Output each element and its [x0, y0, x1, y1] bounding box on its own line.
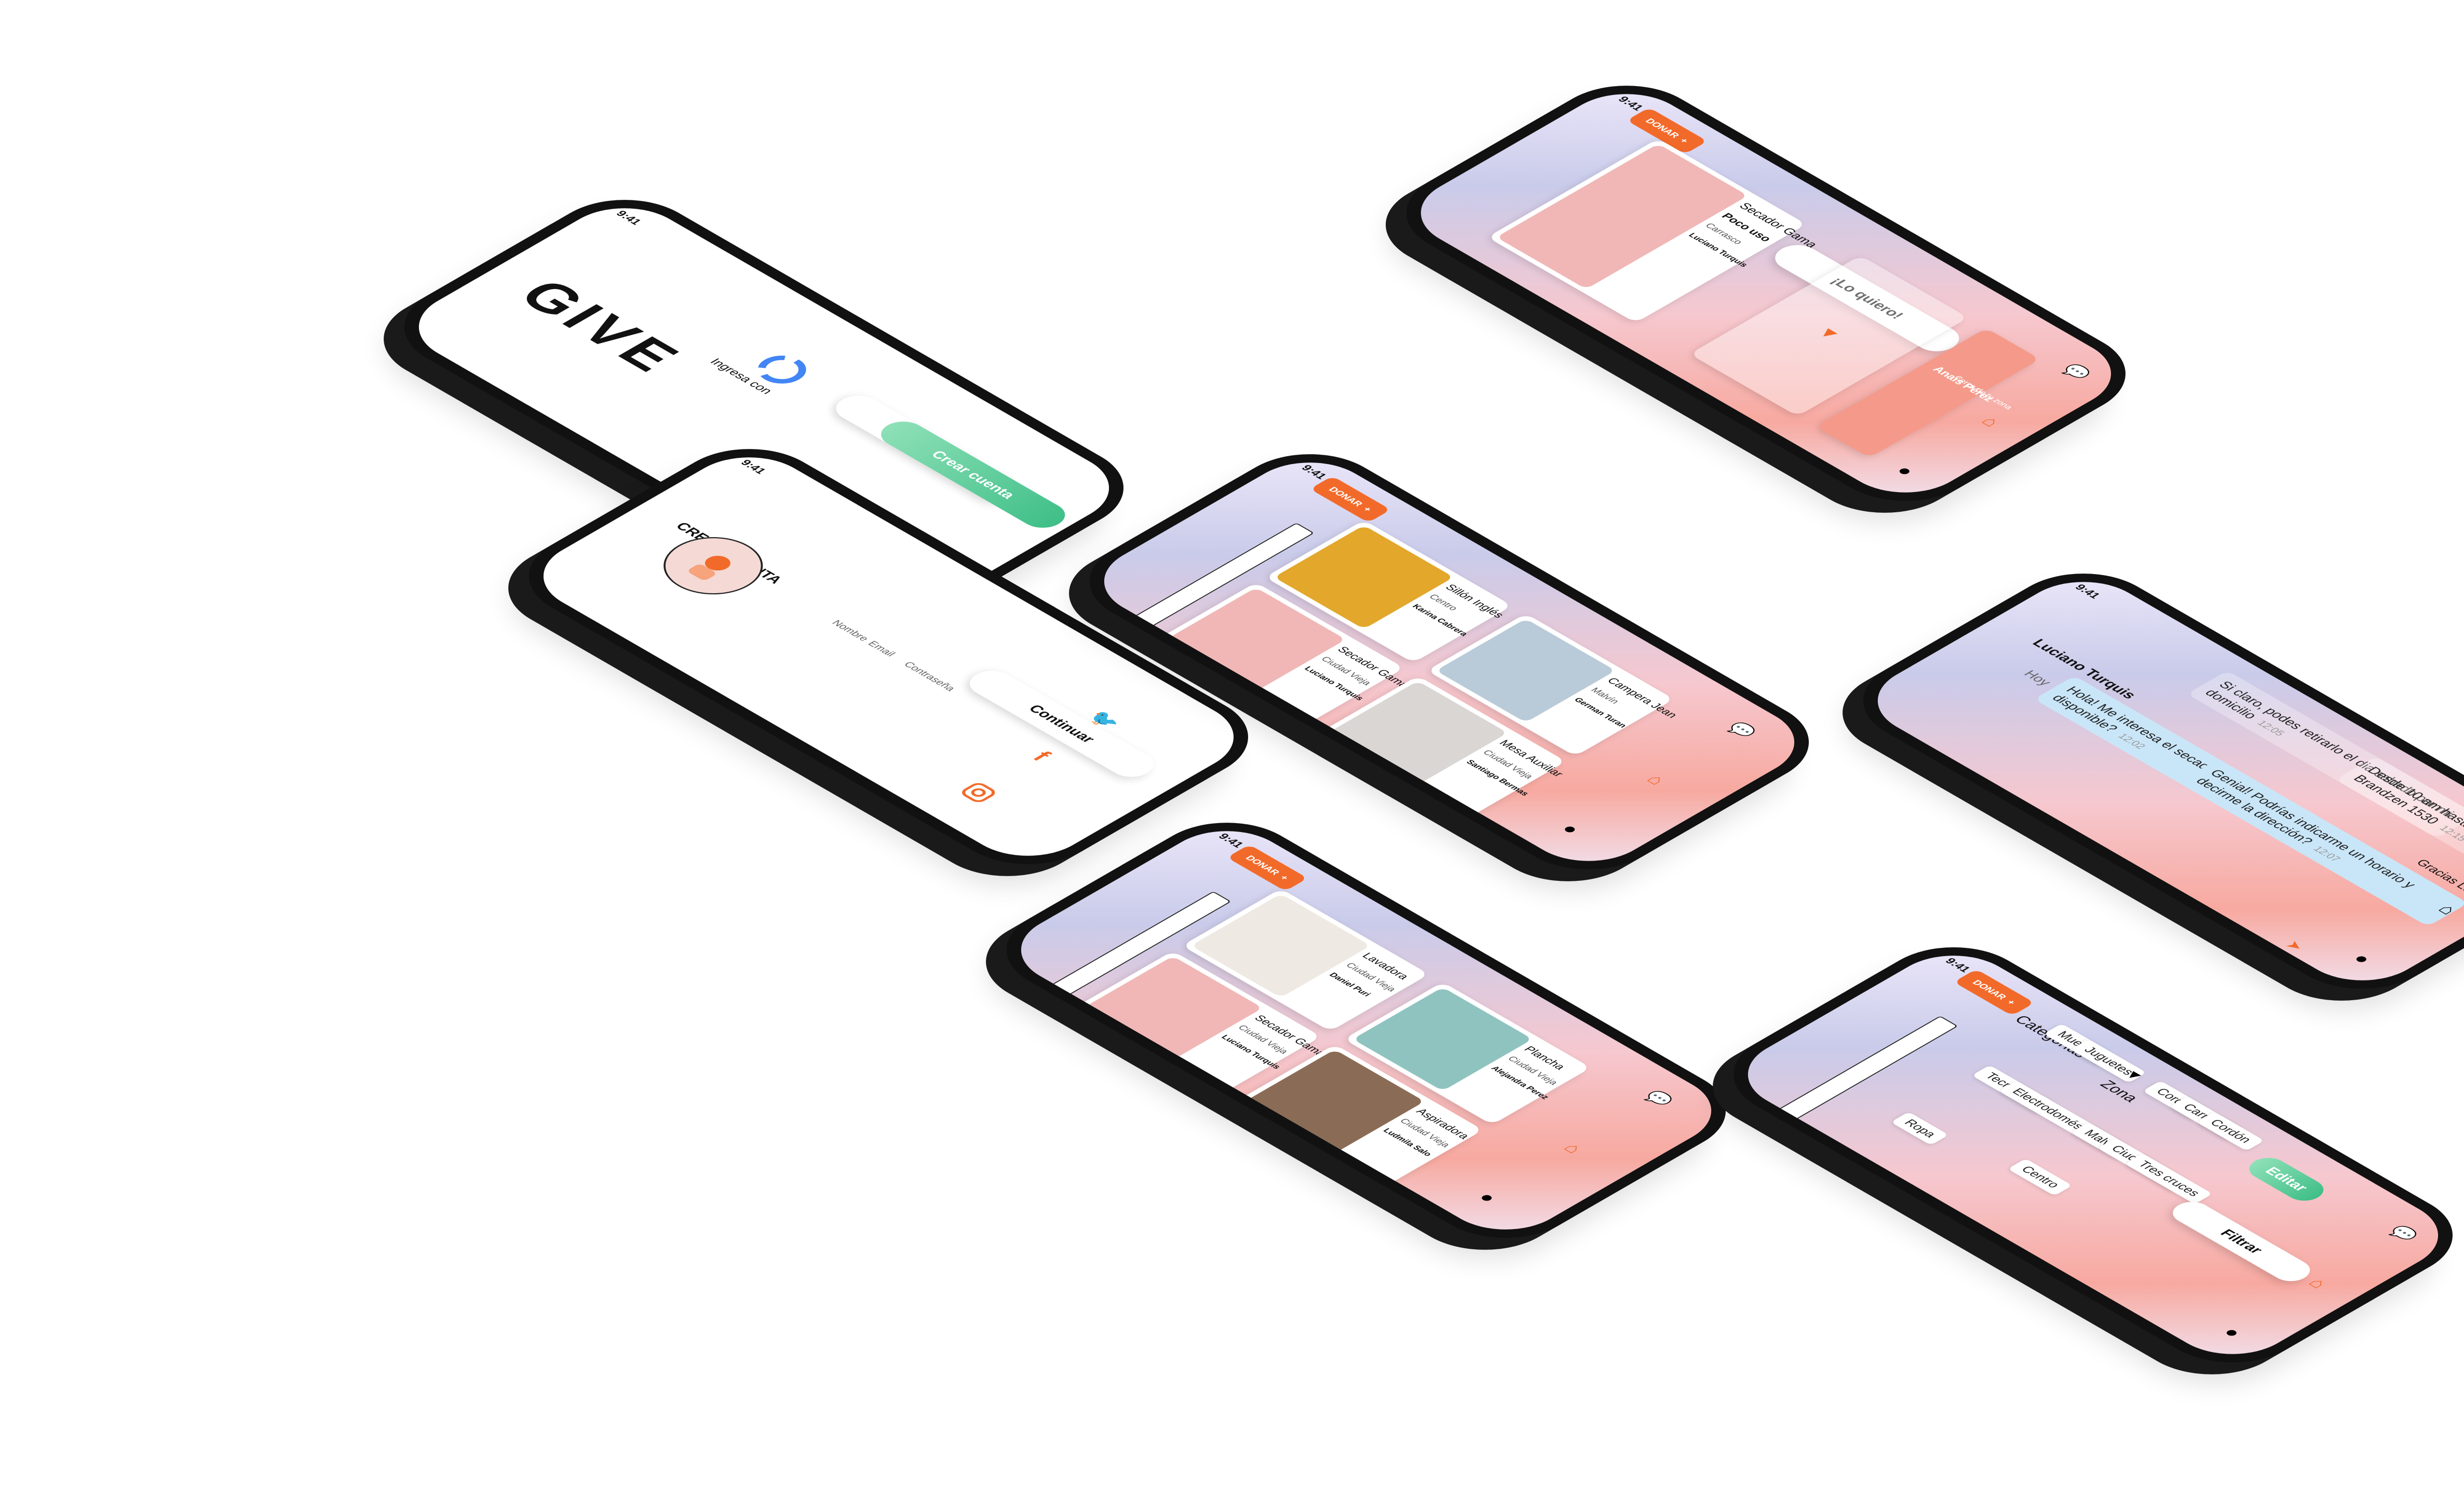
product-image — [1496, 144, 1748, 289]
product-name: Sillón Inglés — [1442, 582, 1507, 620]
instagram-icon[interactable] — [952, 777, 1006, 808]
product-detail-card: Secador Gama Poco uso Carrasco Luciano T… — [1487, 139, 1821, 323]
contact-note: Cerca de tu zona — [1952, 375, 2014, 411]
plus-icon: + — [2005, 998, 2019, 1006]
plus-icon: + — [1677, 137, 1691, 145]
status-time: 9:41 — [2072, 582, 2104, 601]
donate-label: DONAR — [1326, 485, 1365, 508]
continue-button[interactable]: Continuar — [960, 665, 1163, 782]
password-field[interactable]: Contraseña — [901, 660, 958, 693]
product-owner: Karina Cabrera — [1410, 603, 1470, 637]
zone-chip[interactable]: Cordón — [2196, 1112, 2265, 1151]
status-time: 9:41 — [1942, 956, 1974, 974]
phone-feed-1: 9:41 DONAR + Sillón Inglés Centro Karina … — [1058, 436, 1840, 888]
create-account-button[interactable]: Crear cuenta — [872, 416, 1074, 533]
status-time: 9:41 — [1215, 831, 1247, 850]
donate-label: DONAR — [1643, 117, 1682, 140]
chat-icon[interactable]: 💬 — [1636, 1086, 1681, 1112]
avatar — [643, 525, 783, 606]
status-time: 9:41 — [613, 209, 645, 227]
profile-icon[interactable]: ● — [1548, 816, 1593, 842]
filter-button[interactable]: Filtrar — [2165, 1197, 2318, 1286]
chat-icon[interactable]: 💬 — [2054, 359, 2099, 385]
product-owner: German Turan — [1572, 697, 1629, 729]
profile-icon[interactable]: ● — [1465, 1184, 1510, 1210]
home-icon[interactable]: ⌂ — [1634, 767, 1679, 793]
status-time: 9:41 — [738, 458, 769, 476]
name-field[interactable]: Nombre — [829, 619, 871, 643]
app-logo: GIVE — [505, 271, 697, 382]
plus-icon: + — [1361, 505, 1375, 513]
profile-icon[interactable]: ● — [2210, 1319, 2255, 1345]
donate-button[interactable]: DONAR + — [1227, 844, 1308, 891]
donate-label: DONAR — [1243, 854, 1282, 877]
facebook-icon[interactable]: f — [1014, 741, 1068, 772]
donate-button[interactable]: DONAR + — [1310, 476, 1391, 523]
send-icon[interactable]: ➤ — [2272, 933, 2318, 959]
profile-icon[interactable]: ● — [2340, 946, 2385, 972]
zone-chip[interactable]: Tres cruces — [2124, 1153, 2213, 1205]
profile-icon[interactable]: ● — [1883, 458, 1928, 484]
status-time: 9:41 — [1615, 94, 1647, 113]
edit-button[interactable]: Editar — [2241, 1153, 2332, 1205]
phone-filter: 9:41 DONAR+ Categorías Muebles Tecnologí… — [1702, 929, 2464, 1381]
chat-icon[interactable]: 💬 — [1719, 717, 1764, 743]
product-owner: Santiago Bermas — [1464, 759, 1531, 797]
email-field[interactable]: Email — [865, 639, 897, 659]
chat-icon[interactable]: 💬 — [2381, 1221, 2426, 1247]
zone-chip[interactable]: Centro — [2007, 1158, 2073, 1196]
phone-detail: 9:41 DONAR + Secador Gama Poco uso Carras… — [1375, 67, 2157, 519]
phone-chat: 9:41 Luciano Turquis Hoy Hola! Me intere… — [1832, 555, 2464, 1007]
donate-button[interactable]: DONAR + — [1954, 969, 2035, 1016]
home-icon[interactable]: ⌂ — [1551, 1135, 1596, 1161]
home-icon[interactable]: ⌂ — [1968, 408, 2013, 434]
map-pin-icon: ▼ — [1811, 323, 1847, 343]
category-chip[interactable]: Ropa — [1890, 1112, 1949, 1146]
search-input[interactable] — [1767, 1016, 1958, 1126]
plus-icon: + — [1278, 874, 1292, 882]
phone-feed-2: 9:41 DONAR + Lavadora Ciudad Vieja Daniel… — [975, 805, 1757, 1256]
donate-label: DONAR — [1970, 978, 2009, 1001]
status-time: 9:41 — [1298, 463, 1330, 481]
chat-day: Hoy — [2020, 668, 2055, 688]
